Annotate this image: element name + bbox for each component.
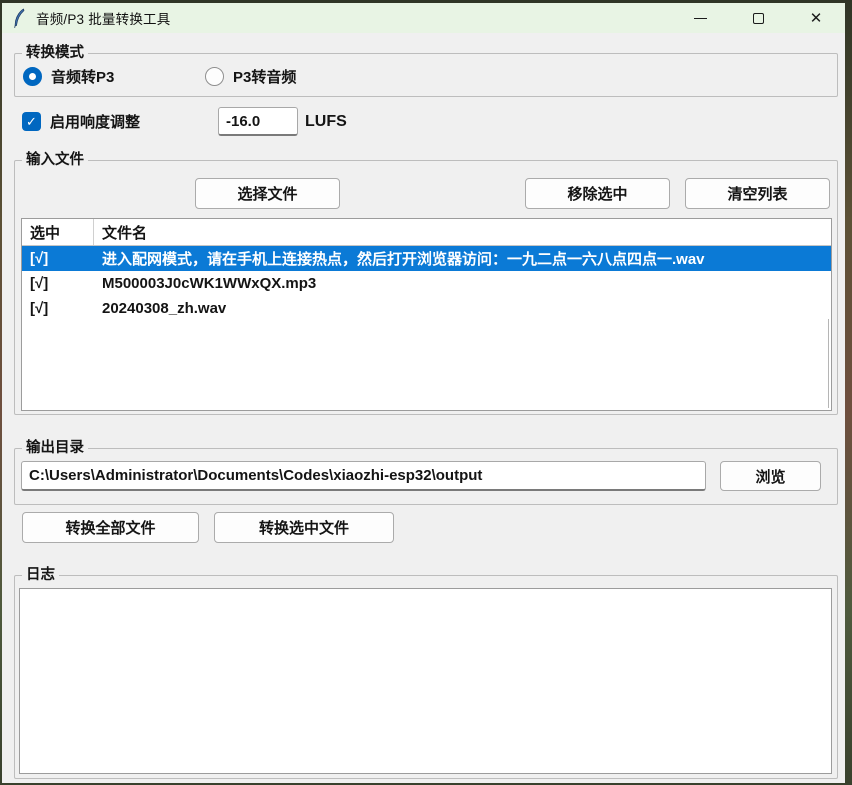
- row-checked-cell: [√]: [22, 300, 94, 317]
- row-filename-cell: 进入配网模式，请在手机上连接热点，然后打开浏览器访问：一九二点一六八点四点一.w…: [94, 248, 705, 269]
- tk-feather-icon: [12, 8, 28, 28]
- output-path-input[interactable]: C:\Users\Administrator\Documents\Codes\x…: [21, 461, 706, 491]
- select-files-button[interactable]: 选择文件: [195, 178, 340, 209]
- table-row[interactable]: [√] 20240308_zh.wav: [22, 296, 831, 321]
- convert-all-button[interactable]: 转换全部文件: [22, 512, 199, 543]
- row-filename-cell: 20240308_zh.wav: [94, 300, 226, 317]
- titlebar[interactable]: 音频/P3 批量转换工具 ✕: [2, 3, 845, 33]
- mode-group-label: 转换模式: [22, 44, 88, 62]
- output-dir-groupbox: 输出目录 C:\Users\Administrator\Documents\Co…: [14, 448, 838, 505]
- output-group-label: 输出目录: [22, 439, 88, 457]
- log-groupbox: 日志: [14, 575, 838, 779]
- log-textarea[interactable]: [19, 588, 832, 774]
- table-row[interactable]: [√] M500003J0cWK1WWxQX.mp3: [22, 271, 831, 296]
- lufs-unit-label: LUFS: [305, 113, 347, 131]
- file-list-table[interactable]: 选中 文件名 [√] 进入配网模式，请在手机上连接热点，然后打开浏览器访问：一九…: [21, 218, 832, 411]
- row-filename-cell: M500003J0cWK1WWxQX.mp3: [94, 275, 316, 292]
- table-header[interactable]: 选中 文件名: [22, 219, 831, 246]
- input-group-label: 输入文件: [22, 151, 88, 169]
- close-button[interactable]: ✕: [787, 3, 845, 33]
- mode-groupbox: 转换模式 音频转P3 P3转音频: [14, 53, 838, 97]
- radio-unselected-icon: [205, 67, 224, 86]
- column-header-checked[interactable]: 选中: [22, 219, 94, 245]
- radio-audio-to-p3[interactable]: 音频转P3: [23, 66, 114, 87]
- app-window: 音频/P3 批量转换工具 ✕ 转换模式 音频转P3 P3转音频 ✓ 启用响度调整…: [2, 3, 845, 783]
- row-checked-cell: [√]: [22, 275, 94, 292]
- checkbox-checked-icon: ✓: [22, 112, 41, 131]
- minimize-button[interactable]: [671, 3, 729, 33]
- maximize-button[interactable]: [729, 3, 787, 33]
- lufs-input[interactable]: -16.0: [218, 107, 298, 136]
- browse-button[interactable]: 浏览: [720, 461, 821, 491]
- maximize-icon: [753, 13, 764, 24]
- clear-list-button[interactable]: 清空列表: [685, 178, 830, 209]
- remove-selected-button[interactable]: 移除选中: [525, 178, 670, 209]
- radio-audio-to-p3-label: 音频转P3: [51, 66, 114, 87]
- row-checked-cell: [√]: [22, 250, 94, 267]
- log-group-label: 日志: [22, 566, 59, 584]
- loudness-checkbox[interactable]: ✓ 启用响度调整: [22, 111, 140, 132]
- column-header-filename[interactable]: 文件名: [94, 219, 831, 245]
- radio-p3-to-audio[interactable]: P3转音频: [205, 66, 296, 87]
- table-row[interactable]: [√] 进入配网模式，请在手机上连接热点，然后打开浏览器访问：一九二点一六八点四…: [22, 246, 831, 271]
- window-title: 音频/P3 批量转换工具: [36, 8, 170, 28]
- scrollbar[interactable]: [828, 319, 829, 408]
- minimize-icon: [694, 18, 707, 19]
- radio-p3-to-audio-label: P3转音频: [233, 66, 296, 87]
- convert-selected-button[interactable]: 转换选中文件: [214, 512, 394, 543]
- loudness-checkbox-label: 启用响度调整: [50, 111, 140, 132]
- radio-selected-icon: [23, 67, 42, 86]
- input-files-groupbox: 输入文件 选择文件 移除选中 清空列表 选中 文件名 [√] 进入配网模式，请在…: [14, 160, 838, 415]
- close-icon: ✕: [810, 11, 823, 26]
